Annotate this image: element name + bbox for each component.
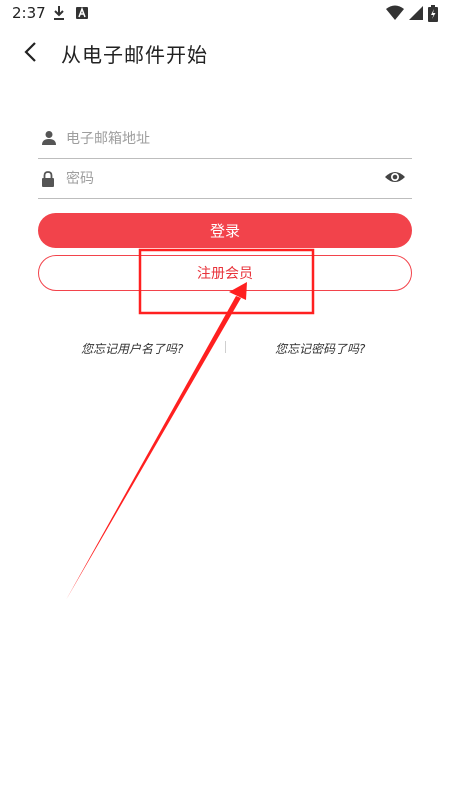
login-button[interactable]: 登录 bbox=[38, 213, 412, 248]
status-bar: 2:37 bbox=[0, 0, 450, 26]
password-field-container bbox=[38, 162, 412, 199]
password-field[interactable] bbox=[66, 166, 366, 192]
email-field-container bbox=[38, 122, 412, 159]
annotation-overlay bbox=[66, 248, 315, 600]
chevron-left-icon bbox=[23, 41, 37, 67]
a-icon bbox=[75, 5, 89, 24]
user-icon bbox=[41, 130, 57, 150]
eye-icon[interactable] bbox=[384, 169, 406, 189]
email-field[interactable] bbox=[66, 126, 366, 152]
forgot-password-link[interactable]: 您忘记密码了吗? bbox=[275, 340, 365, 357]
status-time: 2:37 bbox=[12, 4, 46, 22]
page-title: 从电子邮件开始 bbox=[61, 43, 208, 67]
signal-icon bbox=[408, 5, 424, 25]
app-bar: 从电子邮件开始 bbox=[0, 26, 450, 82]
register-button[interactable]: 注册会员 bbox=[38, 255, 412, 291]
forgot-username-link[interactable]: 您忘记用户名了吗? bbox=[81, 340, 183, 357]
download-icon bbox=[52, 5, 66, 25]
back-button[interactable] bbox=[12, 36, 48, 72]
wifi-icon bbox=[386, 5, 404, 25]
link-divider bbox=[225, 341, 226, 353]
lock-icon bbox=[41, 171, 55, 191]
battery-icon bbox=[428, 5, 438, 26]
